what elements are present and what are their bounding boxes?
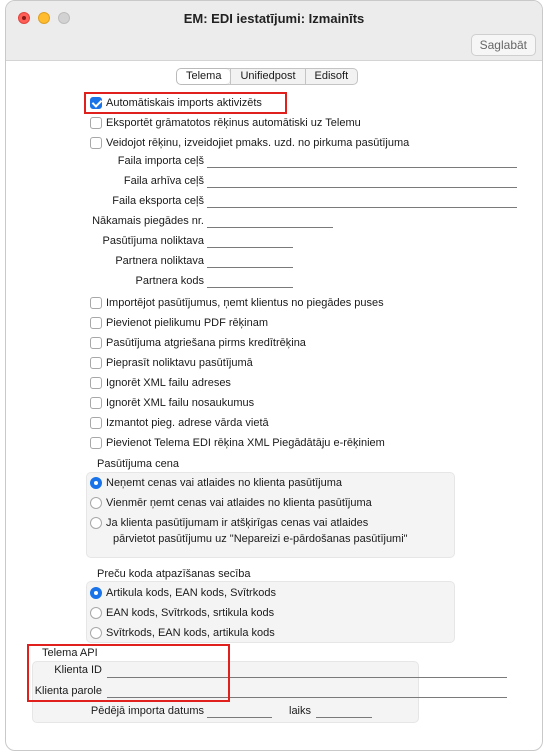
price-radio-always[interactable] (90, 497, 102, 509)
tab-edisoft[interactable]: Edisoft (304, 69, 358, 84)
tab-telema[interactable]: Telema (177, 69, 231, 84)
order-return-label: Pasūtījuma atgriešana pirms kredītrēķina (106, 337, 306, 349)
window-title: EM: EDI iestatījumi: Izmainīts (183, 11, 365, 26)
create-payment-order-label: Veidojot rēķinu, izveidojiet pmaks. uzd.… (106, 137, 410, 149)
api-section-title: Telema API (42, 647, 98, 659)
attach-telema-xml-label: Pievienot Telema EDI rēķina XML Piegādāt… (106, 437, 385, 449)
price-radio-always-label: Vienmēr ņemt cenas vai atlaides no klien… (106, 497, 372, 509)
attach-pdf-label: Pievienot pielikumu PDF rēķinam (106, 317, 269, 329)
time-label: laiks (289, 705, 312, 717)
code-radio-barcode-first-label: Svītrkods, EAN kods, artikula kods (106, 627, 275, 639)
edi-settings-window: EM: EDI iestatījumi: Izmainīts Saglabāt … (5, 0, 543, 751)
ignore-xml-names-checkbox[interactable] (90, 397, 102, 409)
ignore-xml-names-label: Ignorēt XML failu nosaukumus (106, 397, 255, 409)
last-import-date-field[interactable] (207, 717, 272, 718)
save-button[interactable]: Saglabāt (470, 34, 536, 56)
code-radio-ean-first-label: EAN kods, Svītrkods, srtikula kods (106, 607, 275, 619)
code-radio-barcode-first[interactable] (90, 627, 102, 639)
client-id-label: Klienta ID (54, 664, 102, 676)
export-invoices-label: Eksportēt grāmatotos rēķinus automātiski… (106, 117, 361, 129)
archive-path-field[interactable] (207, 187, 517, 188)
export-path-label: Faila eksporta ceļš (112, 195, 204, 207)
customers-from-delivery-checkbox[interactable] (90, 297, 102, 309)
use-delivery-address-checkbox[interactable] (90, 417, 102, 429)
client-password-label: Klienta parole (34, 685, 102, 697)
price-radio-move-label-2: pārvietot pasūtījumu uz "Nepareizi e-pār… (113, 533, 408, 545)
export-invoices-checkbox[interactable] (90, 117, 102, 129)
client-id-field[interactable] (107, 677, 507, 678)
code-radio-article-first[interactable] (90, 587, 102, 599)
export-path-field[interactable] (207, 207, 517, 208)
order-warehouse-field[interactable] (207, 247, 293, 248)
partner-code-label: Partnera kods (135, 275, 204, 287)
archive-path-label: Faila arhīva ceļš (123, 175, 204, 187)
price-radio-ignore-label: Neņemt cenas vai atlaides no klienta pas… (106, 477, 343, 489)
next-delivery-field[interactable] (207, 227, 333, 228)
partner-warehouse-field[interactable] (207, 267, 293, 268)
next-delivery-label: Nākamais piegādes nr. (92, 215, 204, 227)
price-radio-move-label: Ja klienta pasūtījumam ir atšķirīgas cen… (106, 517, 369, 529)
partner-code-field[interactable] (207, 287, 293, 288)
price-radio-ignore[interactable] (90, 477, 102, 489)
last-import-time-field[interactable] (316, 717, 372, 718)
attach-pdf-checkbox[interactable] (90, 317, 102, 329)
create-payment-order-checkbox[interactable] (90, 137, 102, 149)
ignore-xml-addresses-checkbox[interactable] (90, 377, 102, 389)
code-group-title: Preču koda atpazīšanas secība (97, 568, 251, 580)
auto-import-checkbox[interactable] (90, 97, 102, 109)
price-group-title: Pasūtījuma cena (97, 458, 179, 470)
customers-from-delivery-label: Importējot pasūtījumus, ņemt klientus no… (106, 297, 384, 309)
code-radio-article-first-label: Artikula kods, EAN kods, Svītrkods (106, 587, 276, 599)
price-radio-move[interactable] (90, 517, 102, 529)
tab-bar: Telema Unifiedpost Edisoft (176, 68, 359, 85)
use-delivery-address-label: Izmantot pieg. adrese vārda vietā (106, 417, 269, 429)
ignore-xml-addresses-label: Ignorēt XML failu adreses (106, 377, 231, 389)
require-warehouse-label: Pieprasīt noliktavu pasūtījumā (106, 357, 253, 369)
attach-telema-xml-checkbox[interactable] (90, 437, 102, 449)
require-warehouse-checkbox[interactable] (90, 357, 102, 369)
code-radio-ean-first[interactable] (90, 607, 102, 619)
last-import-date-label: Pēdējā importa datums (90, 705, 204, 717)
order-return-checkbox[interactable] (90, 337, 102, 349)
partner-warehouse-label: Partnera noliktava (115, 255, 204, 267)
import-path-label: Faila importa ceļš (117, 155, 204, 167)
client-password-field[interactable] (107, 697, 507, 698)
import-path-field[interactable] (207, 167, 517, 168)
tab-unifiedpost[interactable]: Unifiedpost (230, 69, 304, 84)
auto-import-label: Automātiskais imports aktivizēts (106, 97, 262, 109)
title-bar: EM: EDI iestatījumi: Izmainīts Saglabāt (6, 1, 542, 61)
order-warehouse-label: Pasūtījuma noliktava (102, 235, 205, 247)
